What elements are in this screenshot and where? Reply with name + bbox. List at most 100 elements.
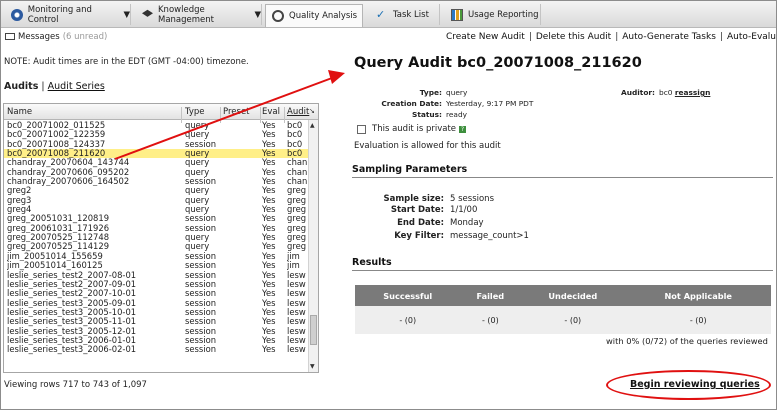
delete-audit-link[interactable]: Delete this Audit <box>536 32 611 42</box>
audit-series-link[interactable]: Audit Series <box>48 81 105 92</box>
results-not-applicable-value: - (0) <box>625 306 771 334</box>
column-resize-icon[interactable]: ↘ <box>309 107 315 115</box>
row-audit: jim <box>287 261 300 271</box>
table-row[interactable]: leslie_series_test3_2005-10-01 session Yes… <box>4 308 309 317</box>
vertical-scrollbar[interactable]: ▲ ▼ <box>308 120 318 372</box>
row-type: session <box>185 261 217 271</box>
audits-tab[interactable]: Audits <box>4 81 38 92</box>
table-row[interactable]: greg4 query Yes greg <box>4 205 309 214</box>
row-eval: Yes <box>262 251 276 261</box>
table-row[interactable]: greg2 query Yes greg <box>4 186 309 195</box>
column-header-eval[interactable]: Eval <box>262 107 280 117</box>
table-row[interactable]: chandray_20070606_095202 query Yes chan <box>4 168 309 177</box>
tab-label: Task List <box>393 9 429 20</box>
table-row[interactable]: leslie_series_test2_2007-10-01 session Yes… <box>4 289 309 298</box>
row-name: greg_20061031_171926 <box>7 223 110 233</box>
row-eval: Yes <box>262 139 276 149</box>
table-row[interactable]: leslie_series_test3_2005-12-01 session Yes… <box>4 327 309 336</box>
table-row[interactable]: leslie_series_test3_2005-11-01 session Yes… <box>4 317 309 326</box>
results-col-successful: Successful <box>355 285 461 306</box>
table-row[interactable]: greg_20070525_114129 query Yes greg <box>4 242 309 251</box>
row-eval: Yes <box>262 177 276 187</box>
column-header-type[interactable]: Type <box>185 107 205 117</box>
table-row[interactable]: jim_20051014_155659 session Yes jim <box>4 252 309 261</box>
timezone-note: NOTE: Audit times are in the EDT (GMT -0… <box>4 57 249 67</box>
row-audit: chan <box>287 177 308 187</box>
table-row[interactable]: leslie_series_test3_2006-01-01 session Yes… <box>4 336 309 345</box>
table-row[interactable]: greg_20051031_120819 session Yes greg <box>4 214 309 223</box>
row-type: query <box>185 130 210 140</box>
row-eval: Yes <box>262 214 276 224</box>
row-eval: Yes <box>262 158 276 168</box>
table-row[interactable]: leslie_series_test2_2007-08-01 session Yes… <box>4 271 309 280</box>
table-row[interactable]: leslie_series_test3_2006-02-01 session Yes… <box>4 345 309 354</box>
toolbar-row: Messages (6 unread) Create New Audit | Dele… <box>1 29 776 47</box>
table-row[interactable]: greg3 query Yes greg <box>4 196 309 205</box>
divider <box>352 177 773 178</box>
row-eval: Yes <box>262 298 276 308</box>
tab-label: Knowledge Management <box>157 4 214 25</box>
table-row[interactable]: leslie_series_test2_2007-09-01 session Yes… <box>4 280 309 289</box>
tab-monitoring-and-control[interactable]: Monitoring and Control ▼ <box>5 4 131 25</box>
row-audit: greg <box>287 242 307 252</box>
auto-generate-tasks-link[interactable]: Auto-Generate Tasks <box>622 32 716 42</box>
row-audit: bc0 <box>287 121 303 130</box>
row-eval: Yes <box>262 223 276 233</box>
row-name: leslie_series_test3_2006-02-01 <box>7 345 137 355</box>
row-name: greg_20051031_120819 <box>7 214 110 224</box>
table-row[interactable]: bc0_20071002_011525 query Yes bc0 <box>4 121 309 130</box>
row-audit: lesw <box>287 270 306 280</box>
row-eval: Yes <box>262 121 276 130</box>
row-type: query <box>185 149 210 159</box>
row-type: session <box>185 289 217 299</box>
row-type: session <box>185 345 217 355</box>
create-new-audit-link[interactable]: Create New Audit <box>446 32 525 42</box>
tab-quality-analysis[interactable]: Quality Analysis <box>265 4 363 27</box>
table-row[interactable]: greg_20070525_112748 query Yes greg <box>4 233 309 242</box>
column-header-name[interactable]: Name <box>7 107 32 117</box>
tab-label: Monitoring and Control <box>27 4 92 25</box>
table-row[interactable]: greg_20061031_171926 session Yes greg <box>4 224 309 233</box>
tab-task-list[interactable]: ✓ Task List <box>370 4 440 25</box>
row-audit: greg <box>287 233 307 243</box>
row-type: session <box>185 251 217 261</box>
dropdown-arrow-icon: ▼ <box>123 9 130 20</box>
scroll-thumb[interactable] <box>310 315 317 345</box>
help-icon[interactable]: ? <box>459 125 467 133</box>
auto-evaluate-link[interactable]: Auto-Evalu <box>727 32 776 42</box>
audit-list-rows: bc0_20071002_011525 query Yes bc0 bc0_200710… <box>4 121 309 355</box>
table-row[interactable]: bc0_20071008_211620 query Yes bc0 <box>4 149 309 159</box>
evaluation-note: Evaluation is allowed for this audit <box>354 141 501 151</box>
private-checkbox[interactable] <box>357 124 366 134</box>
row-eval: Yes <box>262 130 276 140</box>
reviewed-summary: with 0% (0/72) of the queries reviewed <box>606 336 768 346</box>
tab-usage-reporting[interactable]: Usage Reporting <box>445 4 541 25</box>
table-row[interactable]: bc0_20071002_122359 query Yes bc0 <box>4 130 309 139</box>
row-name: chandray_20070606_095202 <box>7 167 130 177</box>
row-name: jim_20051014_160125 <box>7 261 103 271</box>
row-audit: greg <box>287 205 307 215</box>
column-header-preset[interactable]: Preset <box>223 107 250 117</box>
scroll-up-icon[interactable]: ▲ <box>310 122 315 129</box>
table-row[interactable]: bc0_20071008_124337 session Yes bc0 <box>4 140 309 149</box>
reassign-link[interactable]: reassign <box>675 88 711 97</box>
row-name: greg_20070525_114129 <box>7 242 110 252</box>
row-eval: Yes <box>262 167 276 177</box>
row-eval: Yes <box>262 233 276 243</box>
results-col-undecided: Undecided <box>520 285 626 306</box>
table-row[interactable]: leslie_series_test3_2005-09-01 session Yes… <box>4 299 309 308</box>
messages-link[interactable]: Messages (6 unread) <box>5 32 107 42</box>
row-audit: lesw <box>287 279 306 289</box>
table-row[interactable]: chandray_20070606_164502 session Yes chan <box>4 177 309 186</box>
table-row[interactable]: chandray_20070604_143744 query Yes chan <box>4 158 309 167</box>
row-type: session <box>185 335 217 345</box>
tab-knowledge-management[interactable]: Knowledge Management ▼ <box>136 4 262 25</box>
audit-type: Type: query <box>419 88 468 97</box>
column-header-audit[interactable]: Audit <box>287 107 309 117</box>
row-type: query <box>185 205 210 215</box>
scroll-down-icon[interactable]: ▼ <box>310 363 315 370</box>
table-row[interactable]: jim_20051014_160125 session Yes jim <box>4 261 309 270</box>
param-sample-size-value: 5 sessions <box>450 194 495 204</box>
audit-view-switch: Audits | Audit Series <box>4 81 105 92</box>
row-eval: Yes <box>262 335 276 345</box>
